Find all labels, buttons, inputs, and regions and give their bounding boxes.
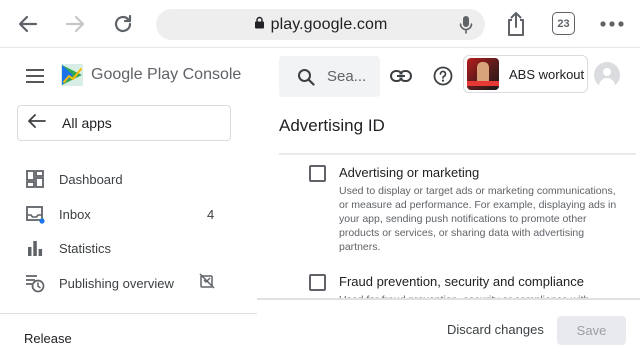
tab-switcher-button[interactable]: 23 [552, 12, 575, 35]
link-icon[interactable] [389, 64, 413, 88]
menu-icon[interactable] [26, 69, 44, 88]
share-icon[interactable] [498, 8, 534, 40]
dashboard-icon [25, 169, 45, 189]
lock-icon [254, 16, 265, 34]
discard-changes-button[interactable]: Discard changes [447, 322, 544, 337]
app-name: ABS workout [509, 66, 585, 82]
all-apps-label: All apps [62, 115, 112, 131]
forward-arrow-icon[interactable] [57, 8, 93, 40]
bar-chart-icon [25, 238, 45, 258]
publishing-icon [25, 273, 45, 293]
sidebar-divider [0, 313, 257, 314]
microphone-icon[interactable] [459, 15, 473, 40]
option-title: Fraud prevention, security and complianc… [339, 274, 584, 289]
option-title: Advertising or marketing [339, 165, 480, 180]
console-logo-text: Google Play Console [91, 66, 242, 83]
release-section-heading: Release [24, 331, 72, 346]
option-description: Used to display or target ads or marketi… [339, 185, 617, 253]
all-apps-button[interactable]: All apps [17, 105, 231, 141]
sidebar-item-label: Publishing overview [59, 275, 174, 291]
sidebar-item-label: Dashboard [59, 171, 123, 187]
sidebar-item-inbox[interactable]: Inbox 4 [0, 199, 240, 229]
advertising-checkbox[interactable] [309, 165, 326, 182]
address-bar[interactable]: play.google.com [156, 9, 485, 40]
app-thumbnail [467, 58, 499, 90]
avatar[interactable] [594, 62, 620, 88]
title-divider [279, 153, 636, 155]
search-placeholder: Sea... [327, 68, 367, 85]
browser-toolbar: play.google.com 23 [0, 0, 640, 48]
managed-publishing-off-icon [199, 272, 215, 294]
back-arrow-icon[interactable] [10, 8, 46, 40]
sidebar-item-label: Inbox [59, 206, 91, 222]
inbox-count: 4 [207, 206, 215, 222]
sidebar-item-label: Statistics [59, 240, 112, 256]
reload-icon[interactable] [105, 8, 141, 40]
page-title: Advertising ID [279, 116, 385, 135]
url-text: play.google.com [270, 15, 388, 33]
inbox-icon [25, 204, 45, 224]
sidebar-item-publishing-overview[interactable]: Publishing overview [0, 268, 240, 298]
more-options-icon[interactable] [594, 8, 630, 40]
search-icon [297, 68, 315, 86]
search-input[interactable]: Sea... [279, 56, 380, 97]
app-selector[interactable]: ABS workout [463, 55, 588, 93]
fraud-prevention-checkbox[interactable] [309, 274, 326, 291]
sidebar-item-dashboard[interactable]: Dashboard [0, 164, 240, 194]
help-icon[interactable] [431, 64, 455, 88]
sidebar-item-statistics[interactable]: Statistics [0, 233, 240, 263]
save-button[interactable]: Save [557, 316, 626, 345]
back-arrow-icon [27, 113, 47, 134]
play-console-logo-icon [59, 62, 85, 93]
